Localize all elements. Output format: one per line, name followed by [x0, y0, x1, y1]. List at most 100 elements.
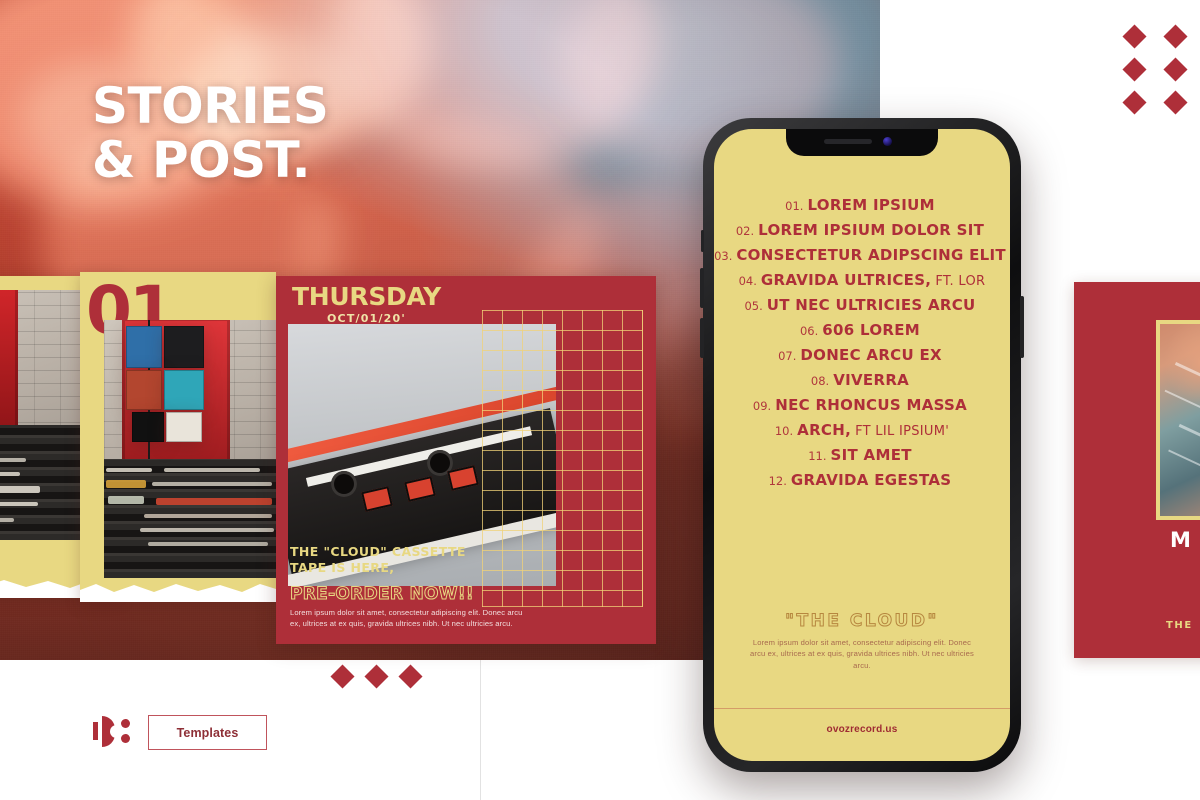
diamond-icon [398, 664, 423, 689]
story-number-photo [104, 320, 284, 578]
track-item[interactable]: 08. VIVERRA [714, 372, 1010, 388]
poster-preview-canvas: STORIES & POST. DAY CT/01/20' [0, 0, 1200, 800]
graffiti-steps [104, 459, 284, 578]
track-number: 02. [735, 224, 755, 238]
phone-mockup[interactable]: 01. LOREM IPSIUM 02. LOREM IPSIUM DOLOR SI… [700, 118, 1024, 772]
wall-poster [164, 370, 204, 410]
front-camera-icon [883, 137, 892, 146]
diamond-icon [330, 664, 355, 689]
templates-button[interactable]: Templates [148, 715, 267, 750]
wall-poster [126, 326, 162, 368]
diamond-row-bottom [330, 664, 423, 689]
track-item[interactable]: 02. LOREM IPSIUM DOLOR SIT [714, 222, 1010, 238]
wall-poster [166, 412, 202, 442]
poster-text-block: THE "CLOUD" CASSETTE TAPE IS HERE, PRE-O… [290, 544, 530, 630]
diamond-icon [1163, 90, 1188, 115]
diamond-icon [1122, 24, 1147, 49]
logo-notch [110, 725, 120, 738]
website-label[interactable]: ovozrecord.us [714, 724, 1010, 735]
track-name: NEC RHONCUS MASSA [775, 396, 968, 414]
track-name: DONEC ARCU EX [800, 346, 942, 364]
poster-day: THURSDAY [292, 282, 441, 311]
track-name: CONSECTETUR ADIPSCING ELIT [736, 246, 1006, 264]
hero-title-line-1: STORIES [92, 77, 329, 135]
graffiti-tag [106, 468, 152, 472]
diamond-icon [1122, 57, 1147, 82]
logo-dot-top [121, 719, 130, 728]
track-number: 03. [714, 249, 733, 263]
graffiti-tag [108, 496, 144, 504]
graffiti-tag [144, 514, 272, 518]
phone-volume-up-button[interactable] [700, 268, 704, 308]
page-title: STORIES & POST. [92, 81, 329, 185]
cloud-title: "THE CLOUD" [785, 611, 939, 632]
track-number: 06. [799, 324, 819, 338]
track-number: 08. [810, 374, 830, 388]
track-number: 11. [808, 449, 827, 463]
graffiti-tag [0, 518, 14, 522]
poster-headline: THE "CLOUD" CASSETTE TAPE IS HERE, [290, 544, 530, 575]
graffiti-tag [156, 498, 272, 505]
track-item[interactable]: 01. LOREM IPSIUM [714, 197, 1010, 213]
right-card-letter: M [1170, 528, 1192, 552]
track-name: GRAVIDA EGESTAS [790, 471, 952, 489]
poster-header: THURSDAY OCT/01/20' [292, 284, 441, 325]
logo-bar [93, 722, 98, 740]
graffiti-tag [106, 480, 146, 488]
poster-cta[interactable]: PRE-ORDER NOW!! [290, 584, 530, 605]
poster-headline-line-1: THE "CLOUD" CASSETTE [290, 544, 466, 560]
right-card-photo-frame [1156, 320, 1200, 520]
track-item[interactable]: 09. NEC RHONCUS MASSA [714, 397, 1010, 413]
track-name: LOREM IPSIUM DOLOR SIT [758, 221, 985, 239]
torn-paper-edge [80, 584, 276, 602]
wall-poster [164, 326, 204, 368]
footer-divider [714, 708, 1010, 709]
track-feature: FT. LOR [935, 274, 986, 289]
diamond-icon [1163, 57, 1188, 82]
track-item[interactable]: 05. UT NEC ULTRICIES ARCU [714, 297, 1010, 313]
track-name: UT NEC ULTRICIES ARCU [766, 296, 976, 314]
thursday-poster-card[interactable]: THURSDAY OCT/01/20' THE "CLOUD" CASSETTE… [276, 276, 656, 644]
track-number: 05. [744, 299, 763, 313]
track-item[interactable]: 11. SIT AMET [714, 447, 1010, 463]
leaf-streak [1164, 390, 1200, 437]
phone-volume-down-button[interactable] [700, 318, 704, 358]
track-name: SIT AMET [830, 446, 912, 464]
brand-logo-icon [93, 714, 135, 750]
wall-poster [132, 412, 164, 442]
phone-mute-switch[interactable] [701, 230, 704, 252]
story-card-number[interactable]: 01 [80, 272, 284, 602]
graffiti-tag [140, 528, 274, 532]
track-number: 01. [785, 199, 804, 213]
diamond-icon [1122, 90, 1147, 115]
track-item[interactable]: 04. GRAVIDA ULTRICES, FT. LOR [714, 272, 1010, 289]
diamond-grid-top-right [1122, 24, 1196, 120]
logo-dot-bottom [121, 734, 130, 743]
track-name: LOREM IPSIUM [807, 196, 935, 214]
phone-power-button[interactable] [1020, 296, 1024, 358]
story-card-right[interactable]: M THE [1074, 282, 1200, 658]
graffiti-tag [0, 458, 26, 462]
graffiti-tag [0, 472, 20, 476]
track-item[interactable]: 07. DONEC ARCU EX [714, 347, 1010, 363]
poster-body-text: Lorem ipsum dolor sit amet, consectetur … [290, 608, 523, 629]
track-number: 09. [752, 399, 772, 413]
cloud-info-block: "THE CLOUD" Lorem ipsum dolor sit amet, … [714, 611, 1010, 671]
diamond-icon [1163, 24, 1188, 49]
graffiti-tag [148, 542, 268, 546]
track-name: ARCH, [797, 421, 852, 439]
track-number: 10. [774, 424, 794, 438]
red-door [0, 290, 18, 436]
graffiti-tag [152, 482, 272, 486]
track-item[interactable]: 12. GRAVIDA EGESTAS [714, 472, 1010, 488]
track-item[interactable]: 10. ARCH, FT LIL IPSIUM' [714, 421, 1010, 439]
track-item[interactable]: 06. 606 LOREM [714, 322, 1010, 338]
track-name: 606 LOREM [822, 321, 921, 339]
track-number: 12. [768, 474, 787, 488]
phone-screen[interactable]: 01. LOREM IPSIUM 02. LOREM IPSIUM DOLOR SI… [714, 129, 1010, 761]
foliage-photo [1160, 324, 1200, 516]
tracklist: 01. LOREM IPSIUM 02. LOREM IPSIUM DOLOR SI… [714, 197, 1010, 497]
graffiti-tag [0, 502, 38, 506]
poster-headline-line-2: TAPE IS HERE, [290, 559, 395, 575]
track-item[interactable]: 03. CONSECTETUR ADIPSCING ELIT [714, 247, 1010, 263]
